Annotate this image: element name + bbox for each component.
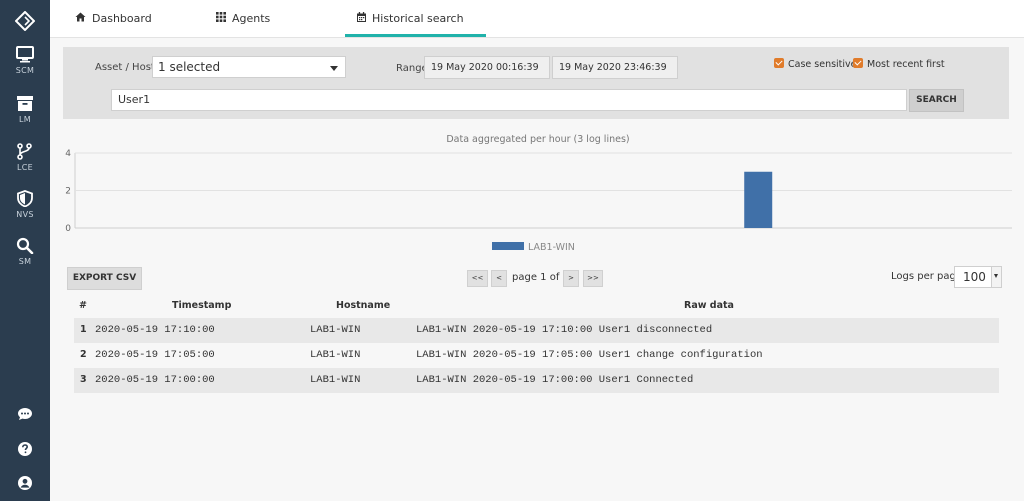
chevron-down-icon bbox=[991, 267, 1001, 287]
last-page-button[interactable]: >> bbox=[583, 270, 603, 287]
row-timestamp: 2020-05-19 17:05:00 bbox=[95, 349, 215, 361]
previous-page-button[interactable]: < bbox=[491, 270, 507, 287]
page-indicator: page 1 of 1 bbox=[512, 272, 569, 283]
row-hostname: LAB1-WIN bbox=[310, 349, 361, 361]
legend-swatch bbox=[492, 242, 524, 250]
row-raw-data: LAB1-WIN 2020-05-19 17:10:00 User1 disco… bbox=[416, 324, 713, 336]
column-header-hostname: Hostname bbox=[336, 300, 391, 311]
first-page-button[interactable]: << bbox=[467, 270, 488, 287]
export-csv-button[interactable]: EXPORT CSV bbox=[67, 267, 142, 290]
y-tick-label: 2 bbox=[65, 187, 71, 197]
column-header-timestamp: Timestamp bbox=[172, 300, 232, 311]
next-page-button[interactable]: > bbox=[563, 270, 579, 287]
column-header-raw-data: Raw data bbox=[684, 300, 734, 311]
table-row[interactable]: 2 2020-05-19 17:05:00 LAB1-WIN LAB1-WIN … bbox=[74, 343, 999, 368]
row-number: 1 bbox=[80, 324, 87, 335]
table-row[interactable]: 1 2020-05-19 17:10:00 LAB1-WIN LAB1-WIN … bbox=[74, 318, 999, 343]
y-tick-label: 0 bbox=[65, 224, 71, 234]
chart-legend: LAB1-WIN bbox=[492, 242, 575, 253]
column-header-number: # bbox=[79, 300, 87, 311]
row-raw-data: LAB1-WIN 2020-05-19 17:00:00 User1 Conne… bbox=[416, 374, 694, 386]
row-timestamp: 2020-05-19 17:00:00 bbox=[95, 374, 215, 386]
row-timestamp: 2020-05-19 17:10:00 bbox=[95, 324, 215, 336]
chart-bar[interactable] bbox=[744, 171, 773, 228]
row-number: 3 bbox=[80, 374, 87, 385]
logs-per-page-value: 100 bbox=[963, 270, 986, 284]
logs-per-page-label: Logs per page bbox=[891, 271, 963, 282]
logs-per-page-select[interactable]: 100 bbox=[954, 266, 1002, 288]
table-row[interactable]: 3 2020-05-19 17:00:00 LAB1-WIN LAB1-WIN … bbox=[74, 368, 999, 393]
row-raw-data: LAB1-WIN 2020-05-19 17:05:00 User1 chang… bbox=[416, 349, 763, 361]
row-number: 2 bbox=[80, 349, 87, 360]
row-hostname: LAB1-WIN bbox=[310, 324, 361, 336]
y-tick-label: 4 bbox=[65, 149, 71, 159]
row-hostname: LAB1-WIN bbox=[310, 374, 361, 386]
legend-label: LAB1-WIN bbox=[528, 242, 575, 253]
